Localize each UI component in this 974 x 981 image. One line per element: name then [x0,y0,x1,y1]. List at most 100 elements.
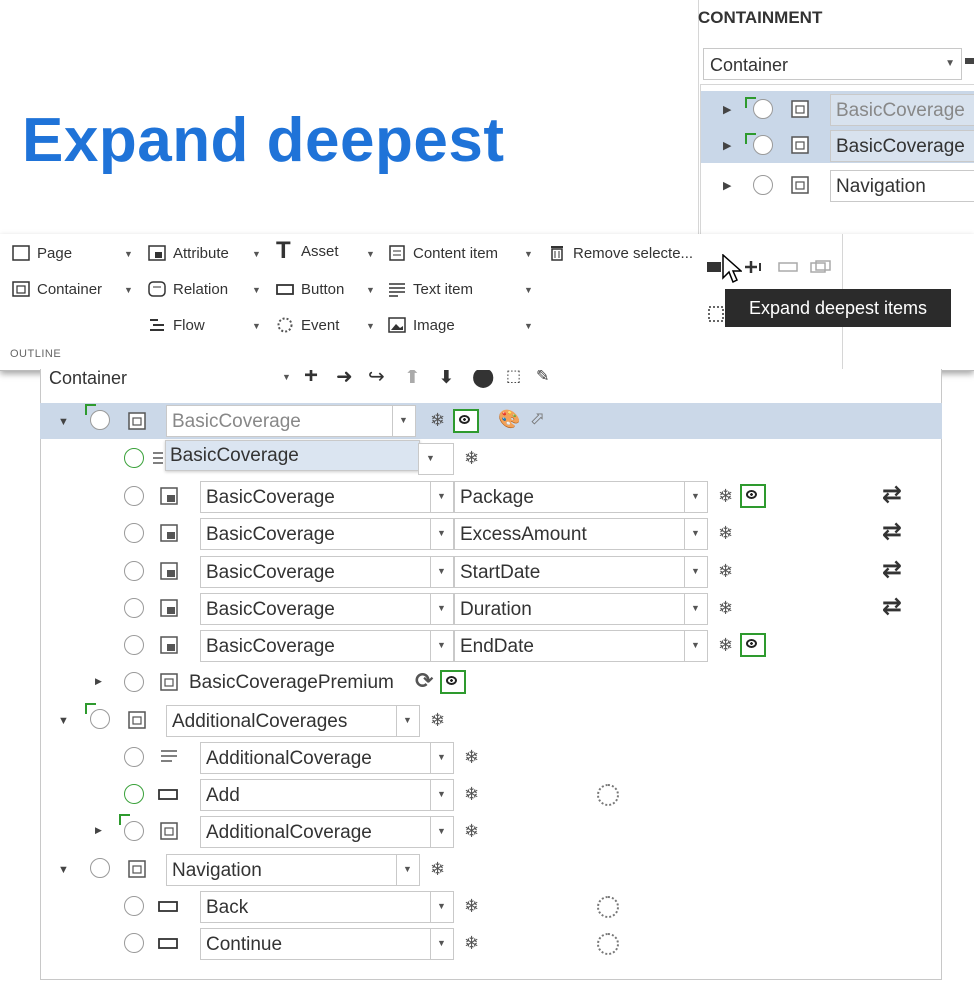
name-select[interactable]: BasicCoverage [166,405,416,437]
chevron-down-icon[interactable]: ▼ [252,321,261,331]
snowflake-icon[interactable]: ❄ [718,486,733,507]
snowflake-icon[interactable]: ❄ [718,635,733,656]
remove-selected-button[interactable]: Remove selecte... [548,242,693,264]
snowflake-icon[interactable]: ❄ [430,710,445,731]
edit-icon[interactable]: ✎ [536,370,549,386]
status-circle-icon[interactable] [753,175,773,195]
status-circle-icon[interactable] [124,747,144,767]
attribute-select[interactable]: Package [454,481,708,513]
chevron-down-icon[interactable]: ▼ [366,285,375,295]
name-select[interactable]: Continue [200,928,454,960]
chevron-down-icon[interactable] [430,743,453,773]
select-region-icon[interactable] [708,306,724,322]
status-circle-icon[interactable] [124,561,144,581]
expand-arrow-icon[interactable]: ▶ [723,179,731,192]
status-circle-icon[interactable] [124,523,144,543]
add-text-item-button[interactable]: Text item [388,278,473,300]
arrow-up-icon[interactable]: ⬆ [404,370,421,389]
source-select[interactable]: BasicCoverage [200,518,454,550]
chevron-down-icon[interactable]: ▼ [124,249,133,259]
redo-icon[interactable]: ↪ [368,370,385,389]
name-select[interactable]: AdditionalCoverage [200,742,454,774]
add-node-icon[interactable] [744,260,766,274]
chevron-down-icon[interactable] [430,519,453,549]
add-icon[interactable]: + [304,370,318,390]
chevron-down-icon[interactable]: ▼ [252,249,261,259]
add-relation-button[interactable]: Relation [148,278,228,300]
add-icon[interactable] [965,58,974,64]
row-select[interactable] [418,443,454,475]
status-circle-icon[interactable] [124,672,144,692]
palette-icon[interactable]: 🎨 [498,409,520,430]
fill-icon[interactable]: ⬀ [530,408,545,429]
add-content-item-button[interactable]: Content item [388,242,498,264]
snowflake-icon[interactable]: ❄ [464,448,479,469]
status-circle-icon[interactable] [124,635,144,655]
chevron-down-icon[interactable] [430,557,453,587]
chevron-down-icon[interactable]: ▼ [282,372,291,382]
tree-row-navigation[interactable]: ▼ Navigation ❄ [40,851,942,887]
chevron-down-icon[interactable]: ▼ [524,285,533,295]
chevron-down-icon[interactable]: ▼ [524,321,533,331]
attribute-select[interactable]: ExcessAmount [454,518,708,550]
chevron-down-icon[interactable] [430,929,453,959]
expand-arrow-icon[interactable]: ▶ [723,139,731,152]
chevron-down-icon[interactable]: ▼ [124,285,133,295]
tree-row-attribute[interactable]: BasicCoverage EndDate ❄ [40,627,942,663]
name-select[interactable]: AdditionalCoverages [166,705,420,737]
chevron-down-icon[interactable]: ▼ [366,321,375,331]
collapse-arrow-icon[interactable]: ▼ [58,715,69,727]
chevron-down-icon[interactable] [392,406,415,436]
tree-row-attribute[interactable]: BasicCoverage Duration ❄ ⇄ [40,590,942,626]
containment-field[interactable]: BasicCoverage [830,130,974,162]
tree-type-select[interactable]: Container [44,370,294,390]
status-circle-icon[interactable] [124,896,144,916]
tree-row-basiccoverage[interactable]: ▼ BasicCoverage ❄ 🎨 ⬀ [40,403,942,439]
visibility-eye-icon[interactable] [740,484,766,508]
visibility-eye-icon[interactable] [440,670,466,694]
containment-type-select[interactable]: Container ▼ [703,48,962,80]
chevron-down-icon[interactable] [684,557,707,587]
remove-icon[interactable]: ⬤ [472,370,494,389]
status-circle-icon[interactable] [124,784,144,804]
snowflake-icon[interactable]: ❄ [430,410,445,431]
collapse-icon[interactable] [778,260,798,274]
add-asset-button[interactable]: T Asset [276,239,339,263]
expand-arrow-icon[interactable]: ▶ [95,676,102,687]
status-circle-icon[interactable] [90,858,110,878]
snowflake-icon[interactable]: ❄ [464,821,479,842]
containment-field[interactable]: Navigation [830,170,974,202]
tree-row-button[interactable]: Back ❄ [40,888,942,924]
name-select[interactable]: Navigation [166,854,420,886]
expand-deepest-icon[interactable] [706,260,722,274]
chevron-down-icon[interactable]: ▼ [366,249,375,259]
chevron-down-icon[interactable] [396,706,419,736]
swap-icon[interactable]: ⇄ [882,480,902,509]
refresh-icon[interactable]: ⟳ [415,668,433,694]
chevron-down-icon[interactable] [420,444,453,474]
chevron-down-icon[interactable] [430,817,453,847]
chevron-down-icon[interactable] [684,594,707,624]
name-select[interactable]: Add [200,779,454,811]
source-select[interactable]: BasicCoverage [200,481,454,513]
chevron-down-icon[interactable] [684,519,707,549]
containment-field[interactable]: BasicCoverage [830,94,974,126]
chevron-down-icon[interactable] [684,631,707,661]
containment-row[interactable]: ▶ BasicCoverage [701,91,974,127]
status-circle-icon[interactable] [753,99,773,119]
tree-row-basiccoveragepremium[interactable]: ▶ BasicCoveragePremium ⟳ [40,664,942,700]
attribute-select[interactable]: Duration [454,593,708,625]
status-circle-icon[interactable] [124,448,144,468]
status-circle-icon[interactable] [753,135,773,155]
tree-row[interactable]: ❄ [40,440,942,476]
source-select[interactable]: BasicCoverage [200,556,454,588]
event-icon[interactable] [597,896,619,918]
add-attribute-button[interactable]: Attribute [148,242,229,264]
containment-row[interactable]: ▶ Navigation [701,167,974,203]
chevron-down-icon[interactable] [430,631,453,661]
tree-row-attribute[interactable]: BasicCoverage StartDate ❄ ⇄ [40,553,942,589]
status-circle-icon[interactable] [90,410,110,430]
copy-icon[interactable] [810,260,832,274]
select-region-icon[interactable]: ⬚ [506,370,521,386]
chevron-down-icon[interactable] [430,482,453,512]
